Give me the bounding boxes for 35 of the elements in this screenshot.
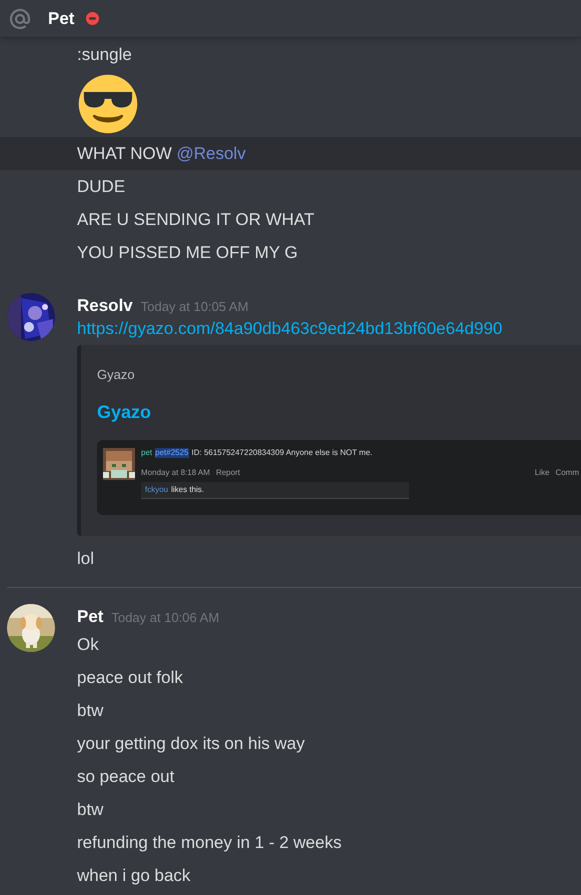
action-link[interactable]: Comm <box>555 468 579 478</box>
message-text: DUDE <box>77 177 126 196</box>
at-sign-icon <box>8 6 32 30</box>
message-text: when i go back <box>77 866 190 885</box>
message-text: :sungle <box>77 45 132 64</box>
sunglasses-emoji-icon <box>77 73 139 135</box>
username[interactable]: Pet <box>77 604 104 630</box>
embed-title-link[interactable]: Gyazo <box>97 402 152 422</box>
embed-provider: Gyazo <box>97 367 135 382</box>
post-text: ID: 561575247220834309 Anyone else is NOT me. <box>192 448 372 458</box>
likes-text: likes this. <box>171 484 204 494</box>
message-text: refunding the money in 1 - 2 weeks <box>77 833 342 852</box>
channel-title: Pet <box>48 8 74 30</box>
message-text: lol <box>77 549 94 568</box>
liker-link[interactable]: fckyou <box>145 484 168 494</box>
message-text: so peace out <box>77 767 174 786</box>
post-author-link[interactable]: pet <box>141 448 152 458</box>
timestamp: Today at 10:05 AM <box>140 298 248 316</box>
do-not-disturb-icon <box>86 12 100 25</box>
message-text: YOU PISSED ME OFF MY G <box>77 243 298 262</box>
report-link[interactable]: Report <box>216 468 240 478</box>
message-text: your getting dox its on his way <box>77 734 305 753</box>
username[interactable]: Resolv <box>77 293 133 318</box>
message-text: btw <box>77 701 104 720</box>
message-text: WHAT NOW <box>77 144 173 163</box>
message-text: peace out folk <box>77 668 183 687</box>
post-tag-link[interactable]: pet#2525 <box>155 448 188 458</box>
mention-link[interactable]: @Resolv <box>176 144 246 163</box>
action-link[interactable]: Like <box>534 468 550 478</box>
message-text: btw <box>77 800 104 819</box>
timestamp: Today at 10:06 AM <box>111 609 220 627</box>
message-text: ARE U SENDING IT OR WHAT <box>77 210 314 229</box>
message-link[interactable]: https://gyazo.com/84a90db463c9ed24bd13bf60e64d990 <box>77 319 502 338</box>
post-time: Monday at 8:18 AM <box>141 468 210 478</box>
message-text: Ok <box>77 635 99 654</box>
